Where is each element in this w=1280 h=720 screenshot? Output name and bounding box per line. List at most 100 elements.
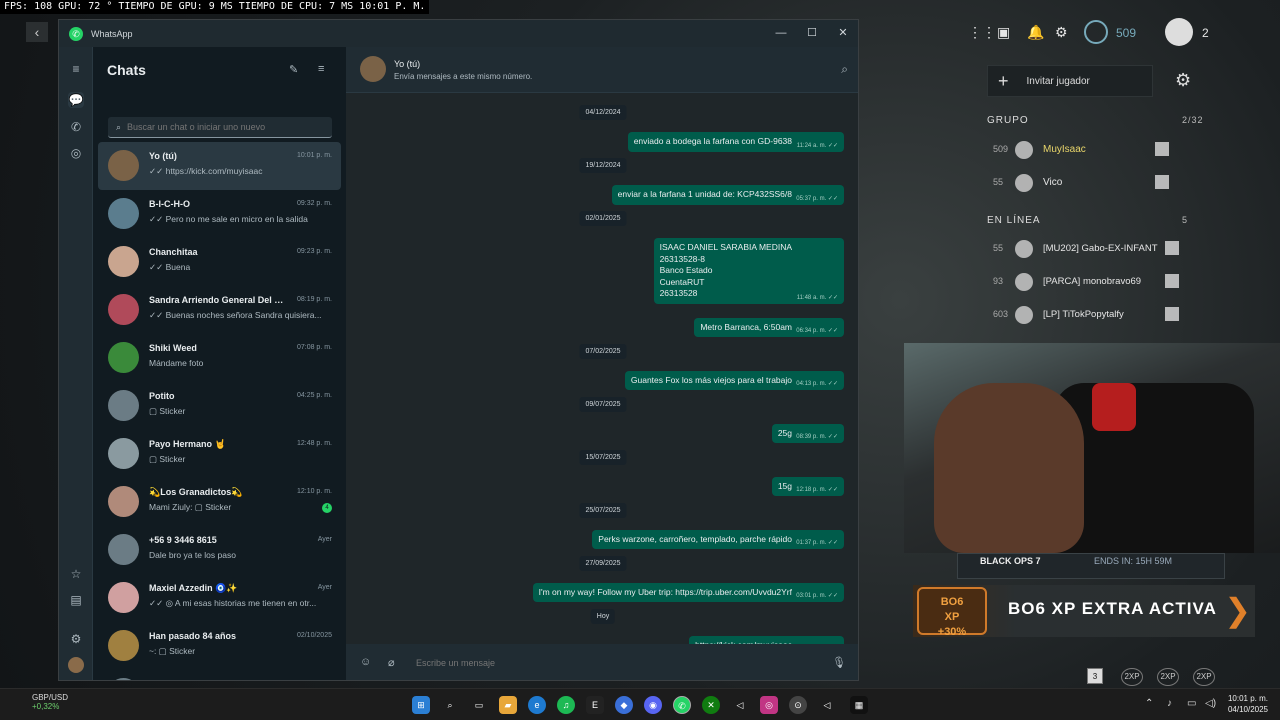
attach-icon[interactable]: ⌀ [388, 656, 395, 669]
message-list: 04/12/2024 enviado a bodega la farfana co… [346, 93, 858, 644]
invite-player-button[interactable]: + Invitar jugador [987, 65, 1153, 97]
chat-row[interactable]: +56 9 3446 8615 Ayer Dale bro ya te los … [98, 526, 341, 574]
app-icon[interactable]: ◆ [615, 696, 633, 714]
chat-name: Potito [149, 391, 175, 401]
ticker-widget[interactable]: GBP/USD +0,32% [14, 693, 68, 711]
chat-row[interactable]: 💫Los Granadictos💫 12:10 p. m. Mami Ziuly… [98, 478, 341, 526]
message-text: enviar a la farfana 1 unidad de: KCP432S… [617, 189, 792, 199]
xp-text: BO6 XP EXTRA ACTIVA [1008, 599, 1217, 618]
online-label: EN LÍNEA [987, 215, 1041, 226]
chats-icon[interactable]: 💬 [68, 92, 84, 108]
network-icon[interactable]: ▭ [1187, 698, 1196, 709]
online-player[interactable]: 603 [LP] TiTokPopytalfy [987, 300, 1192, 330]
message-text: 15g [777, 480, 792, 491]
chevron-up-icon[interactable]: ⌃ [1145, 698, 1153, 709]
steam-icon[interactable]: ⊙ [789, 696, 807, 714]
chat-name: Sandra Arriendo General Del Ca... [149, 295, 284, 305]
discord-icon[interactable]: ◉ [644, 696, 662, 714]
message-time: 04:13 p. m. ✓✓ [796, 381, 838, 387]
emoji-icon[interactable]: ☺ [360, 656, 371, 668]
microphone-tray-icon[interactable]: ♪ [1167, 698, 1172, 709]
chat-row[interactable]: Potito 04:25 p. m. ▢ Sticker [98, 382, 341, 430]
player-rank-icon [1015, 174, 1033, 192]
player-name: [PARCA] monobravo69 [1043, 276, 1142, 287]
social-settings-icon[interactable]: ⚙ [1175, 70, 1191, 91]
message-bubble[interactable]: enviado a bodega la farfana con GD-9638 1… [627, 132, 844, 152]
window-title: WhatsApp [91, 28, 133, 39]
whatsapp-logo-icon: ✆ [69, 26, 83, 41]
status-icon[interactable]: ◎ [68, 145, 84, 161]
chat-row[interactable]: Han pasado 84 años 02/10/2025 ~: ▢ Stick… [98, 622, 341, 670]
back-button[interactable]: ‹ [26, 22, 48, 42]
game-app-icon[interactable]: ▦ [850, 696, 868, 714]
spotify-icon[interactable]: ♫ [557, 696, 575, 714]
volume-icon[interactable]: ◁) [1205, 698, 1216, 709]
webcam-feed [904, 343, 1280, 553]
chat-row[interactable]: Sandra Arriendo General Del Ca... 08:19 … [98, 286, 341, 334]
minimize-button[interactable]: — [766, 20, 796, 47]
chat-row[interactable]: Maxiel Azzedin 🧿✨ Ayer ✓✓ ◎ A mi esas hi… [98, 574, 341, 622]
grid-icon[interactable]: ⋮⋮ [968, 24, 996, 41]
search-box[interactable]: ⌕ [108, 117, 332, 138]
chat-row[interactable]: Mai 02/10/2025 ✓✓ AJaiaiajaiajaiaia [98, 670, 341, 680]
online-player[interactable]: 93 [PARCA] monobravo69 [987, 267, 1192, 297]
message-bubble[interactable]: 25g 08:39 p. m. ✓✓ [771, 423, 844, 443]
task-view-icon[interactable]: ▭ [470, 696, 488, 714]
epic-games-icon[interactable]: E [586, 696, 604, 714]
maximize-button[interactable]: ☐ [797, 20, 827, 47]
message-bubble[interactable]: Guantes Fox los más viejos para el traba… [624, 370, 844, 390]
chat-preview: Mándame foto [149, 358, 204, 368]
message-input[interactable] [416, 654, 796, 672]
close-button[interactable]: ✕ [828, 20, 858, 47]
search-input[interactable] [127, 122, 318, 132]
group-player[interactable]: 509 MuyIsaac [987, 135, 1192, 165]
title-bar[interactable]: ✆ WhatsApp — ☐ ✕ [59, 20, 858, 47]
online-player[interactable]: 55 [MU202] Gabo-EX-INFANT [987, 234, 1192, 264]
message-bubble[interactable]: 15g 12:18 p. m. ✓✓ [771, 476, 844, 496]
microphone-icon[interactable]: 🎙 [832, 656, 846, 669]
starred-icon[interactable]: ☆ [68, 566, 84, 582]
conversation-header[interactable]: Yo (tú) Envía mensajes a este mismo núme… [346, 47, 858, 93]
start-icon[interactable]: ⊞ [412, 696, 430, 714]
player-level: 93 [993, 276, 1004, 286]
chat-row[interactable]: Chanchitaa 09:23 p. m. ✓✓ Buena [98, 238, 341, 286]
camera-icon[interactable]: ▣ [997, 24, 1010, 41]
menu-icon[interactable]: ≡ [68, 61, 84, 77]
contact-avatar[interactable] [360, 56, 386, 82]
chat-row[interactable]: Shiki Weed 07:08 p. m. Mándame foto [98, 334, 341, 382]
message-bubble[interactable]: I'm on my way! Follow my Uber trip: http… [532, 582, 844, 602]
settings-icon[interactable]: ⚙ [68, 631, 84, 647]
calls-icon[interactable]: ✆ [68, 119, 84, 135]
call-of-duty-icon[interactable]: ◁ [731, 696, 749, 714]
chat-row[interactable]: B-I-C-H-O 09:32 p. m. ✓✓ Pero no me sale… [98, 190, 341, 238]
whatsapp-taskbar-icon[interactable]: ✆ [673, 696, 691, 714]
group-count: 2/32 [1182, 115, 1204, 125]
chat-row[interactable]: Yo (tú) 10:01 p. m. ✓✓ https://kick.com/… [98, 142, 341, 190]
chat-avatar [108, 438, 139, 469]
message-bubble[interactable]: enviar a la farfana 1 unidad de: KCP432S… [611, 185, 844, 205]
search-messages-icon[interactable]: ⌕ [841, 62, 848, 77]
search-taskbar-icon[interactable]: ⌕ [441, 696, 459, 714]
date-separator: 15/07/2025 [579, 449, 627, 465]
message-bubble[interactable]: Metro Barranca, 6:50am 06:34 p. m. ✓✓ [694, 317, 844, 337]
bell-icon[interactable]: 🔔 [1027, 24, 1044, 41]
profile-avatar[interactable] [68, 657, 84, 673]
chat-row[interactable]: Payo Hermano 🤘 12:48 p. m. ▢ Sticker [98, 430, 341, 478]
message-text: I'm on my way! Follow my Uber trip: http… [538, 586, 792, 597]
archive-icon[interactable]: ▤ [68, 592, 84, 608]
performance-overlay: FPS: 108 GPU: 72 ° TIEMPO DE GPU: 9 MS T… [0, 0, 430, 14]
filter-icon[interactable]: ≡ [318, 63, 324, 75]
edge-icon[interactable]: e [528, 696, 546, 714]
file-explorer-icon[interactable]: ▰ [499, 696, 517, 714]
new-chat-icon[interactable]: ✎ [289, 63, 298, 76]
xbox-icon[interactable]: ✕ [702, 696, 720, 714]
instagram-icon[interactable]: ◎ [760, 696, 778, 714]
call-of-duty-icon-2[interactable]: ◁ [818, 696, 836, 714]
message-bubble[interactable]: ISAAC DANIEL SARABIA MEDINA 26313528-8 B… [653, 238, 844, 304]
message-bubble[interactable]: https://kick.com/muyisaac10:01 p. m. ✓✓ [689, 635, 844, 644]
hud-bottom: 3 2XP 2XP 2XP [1085, 666, 1265, 688]
message-bubble[interactable]: Perks warzone, carroñero, templado, parc… [592, 529, 844, 549]
clock[interactable]: 10:01 p. m. 04/10/2025 [1228, 693, 1268, 715]
gear-icon[interactable]: ⚙ [1055, 24, 1068, 41]
group-player[interactable]: 55 Vico [987, 168, 1192, 198]
